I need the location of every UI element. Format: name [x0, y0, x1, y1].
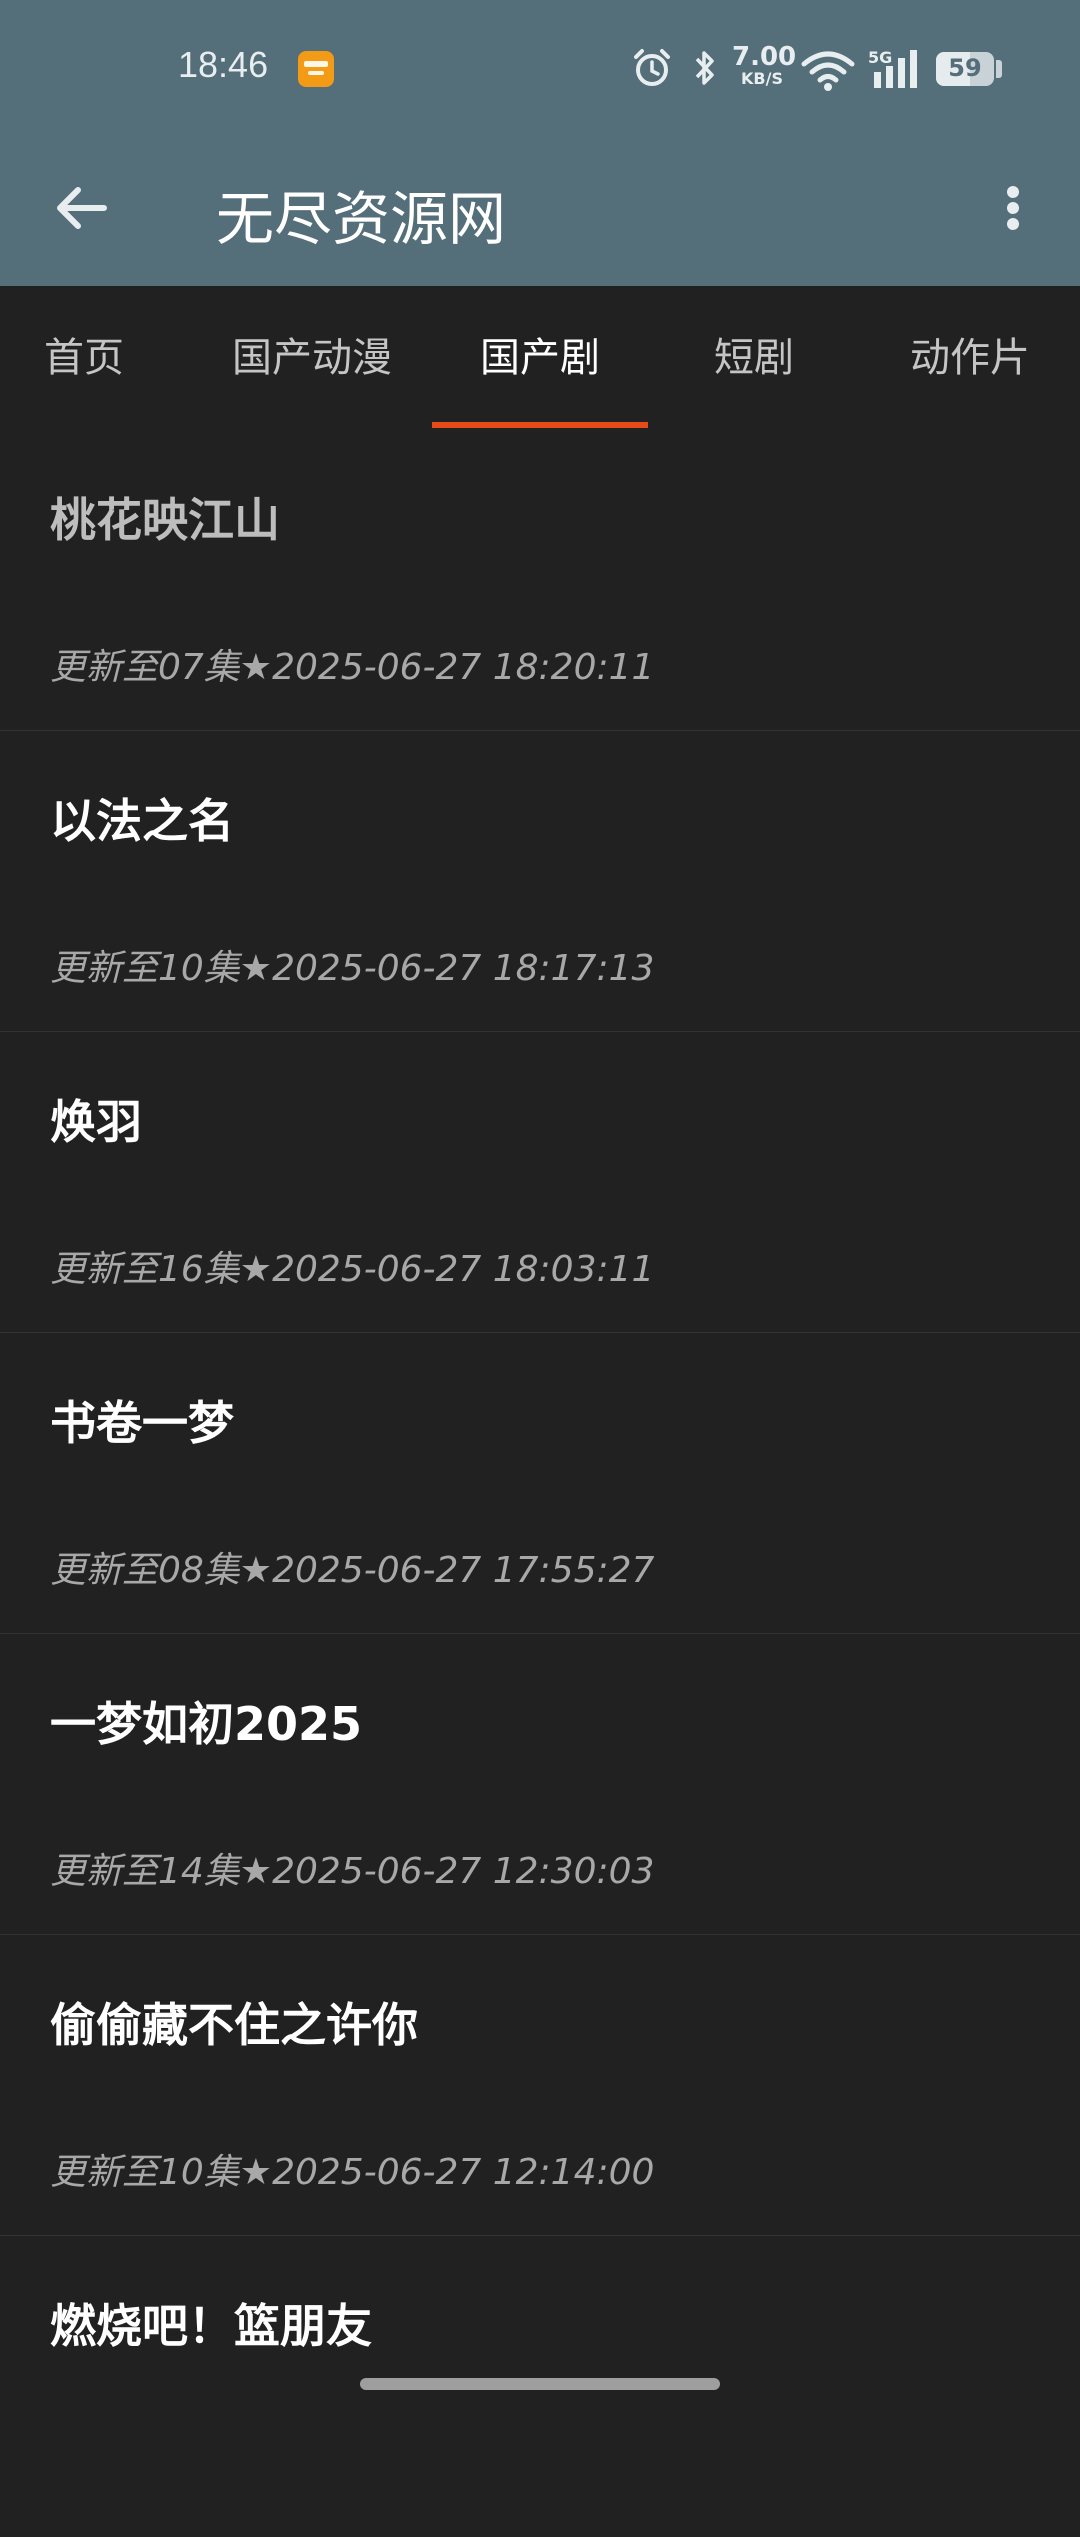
list-item[interactable]: 桃花映江山 更新至07集★2025-06-27 18:20:11: [0, 430, 1080, 731]
item-update-info: 更新至10集★2025-06-27 12:14:00: [50, 2152, 655, 2193]
item-title: 燃烧吧！篮朋友: [50, 2299, 372, 2353]
network-speed-value: 7.00: [732, 42, 797, 72]
wifi-icon: [800, 48, 856, 96]
list-item[interactable]: 焕羽 更新至16集★2025-06-27 18:03:11: [0, 1032, 1080, 1333]
arrow-left-icon: [57, 187, 107, 229]
item-title: 以法之名: [50, 794, 234, 848]
back-button[interactable]: [46, 170, 122, 246]
status-bar: 18:46 7.00 KB/S 5G 59: [0, 0, 1080, 140]
network-speed-unit: KB/S: [741, 69, 783, 88]
item-title: 焕羽: [50, 1095, 142, 1149]
item-title: 偷偷藏不住之许你: [50, 1998, 418, 2052]
item-update-info: 更新至16集★2025-06-27 18:03:11: [50, 1249, 655, 1290]
tab-domestic-anime[interactable]: 国产动漫: [208, 286, 416, 430]
drama-list: 桃花映江山 更新至07集★2025-06-27 18:20:11 以法之名 更新…: [0, 430, 1080, 2537]
cell-signal-icon: [872, 48, 924, 94]
tab-short-drama[interactable]: 短剧: [664, 286, 844, 430]
network-speed: 7.00 KB/S: [732, 42, 797, 88]
tab-action-movies[interactable]: 动作片: [880, 286, 1060, 430]
item-title: 一梦如初2025: [50, 1697, 363, 1751]
tab-home[interactable]: 首页: [0, 286, 168, 430]
item-update-info: 更新至07集★2025-06-27 18:20:11: [50, 647, 655, 688]
item-title: 书卷一梦: [50, 1396, 234, 1450]
list-item[interactable]: 一梦如初2025 更新至14集★2025-06-27 12:30:03: [0, 1634, 1080, 1935]
app-bar: 无尽资源网: [0, 140, 1080, 286]
top-bar: 18:46 7.00 KB/S 5G 59 无尽资源网: [0, 0, 1080, 286]
item-title: 桃花映江山: [50, 493, 280, 547]
home-indicator[interactable]: [360, 2378, 720, 2390]
alarm-icon: [630, 46, 674, 94]
bluetooth-icon: [690, 48, 720, 92]
battery-level: 59: [948, 54, 982, 82]
battery-cap: [996, 60, 1002, 78]
item-update-info: 更新至14集★2025-06-27 12:30:03: [50, 1851, 655, 1892]
list-item[interactable]: 以法之名 更新至10集★2025-06-27 18:17:13: [0, 731, 1080, 1032]
battery-icon: 59: [936, 52, 994, 86]
active-tab-indicator: [432, 422, 648, 428]
tab-label: 国产动漫: [232, 335, 392, 381]
more-options-button[interactable]: [990, 170, 1036, 246]
list-item[interactable]: 偷偷藏不住之许你 更新至10集★2025-06-27 12:14:00: [0, 1935, 1080, 2236]
tab-label: 首页: [44, 335, 124, 381]
tab-domestic-drama[interactable]: 国产剧: [432, 286, 648, 430]
status-icons: 7.00 KB/S 5G 59: [0, 0, 1080, 140]
item-update-info: 更新至08集★2025-06-27 17:55:27: [50, 1550, 655, 1591]
page-title: 无尽资源网: [216, 185, 507, 253]
tab-label: 动作片: [910, 335, 1030, 381]
tab-label: 国产剧: [480, 335, 600, 381]
tab-label: 短剧: [714, 335, 794, 381]
category-tabs: 首页 国产动漫 国产剧 短剧 动作片: [0, 286, 1080, 430]
more-vert-icon: [1007, 186, 1019, 230]
list-item[interactable]: 书卷一梦 更新至08集★2025-06-27 17:55:27: [0, 1333, 1080, 1634]
item-update-info: 更新至10集★2025-06-27 18:17:13: [50, 948, 655, 989]
